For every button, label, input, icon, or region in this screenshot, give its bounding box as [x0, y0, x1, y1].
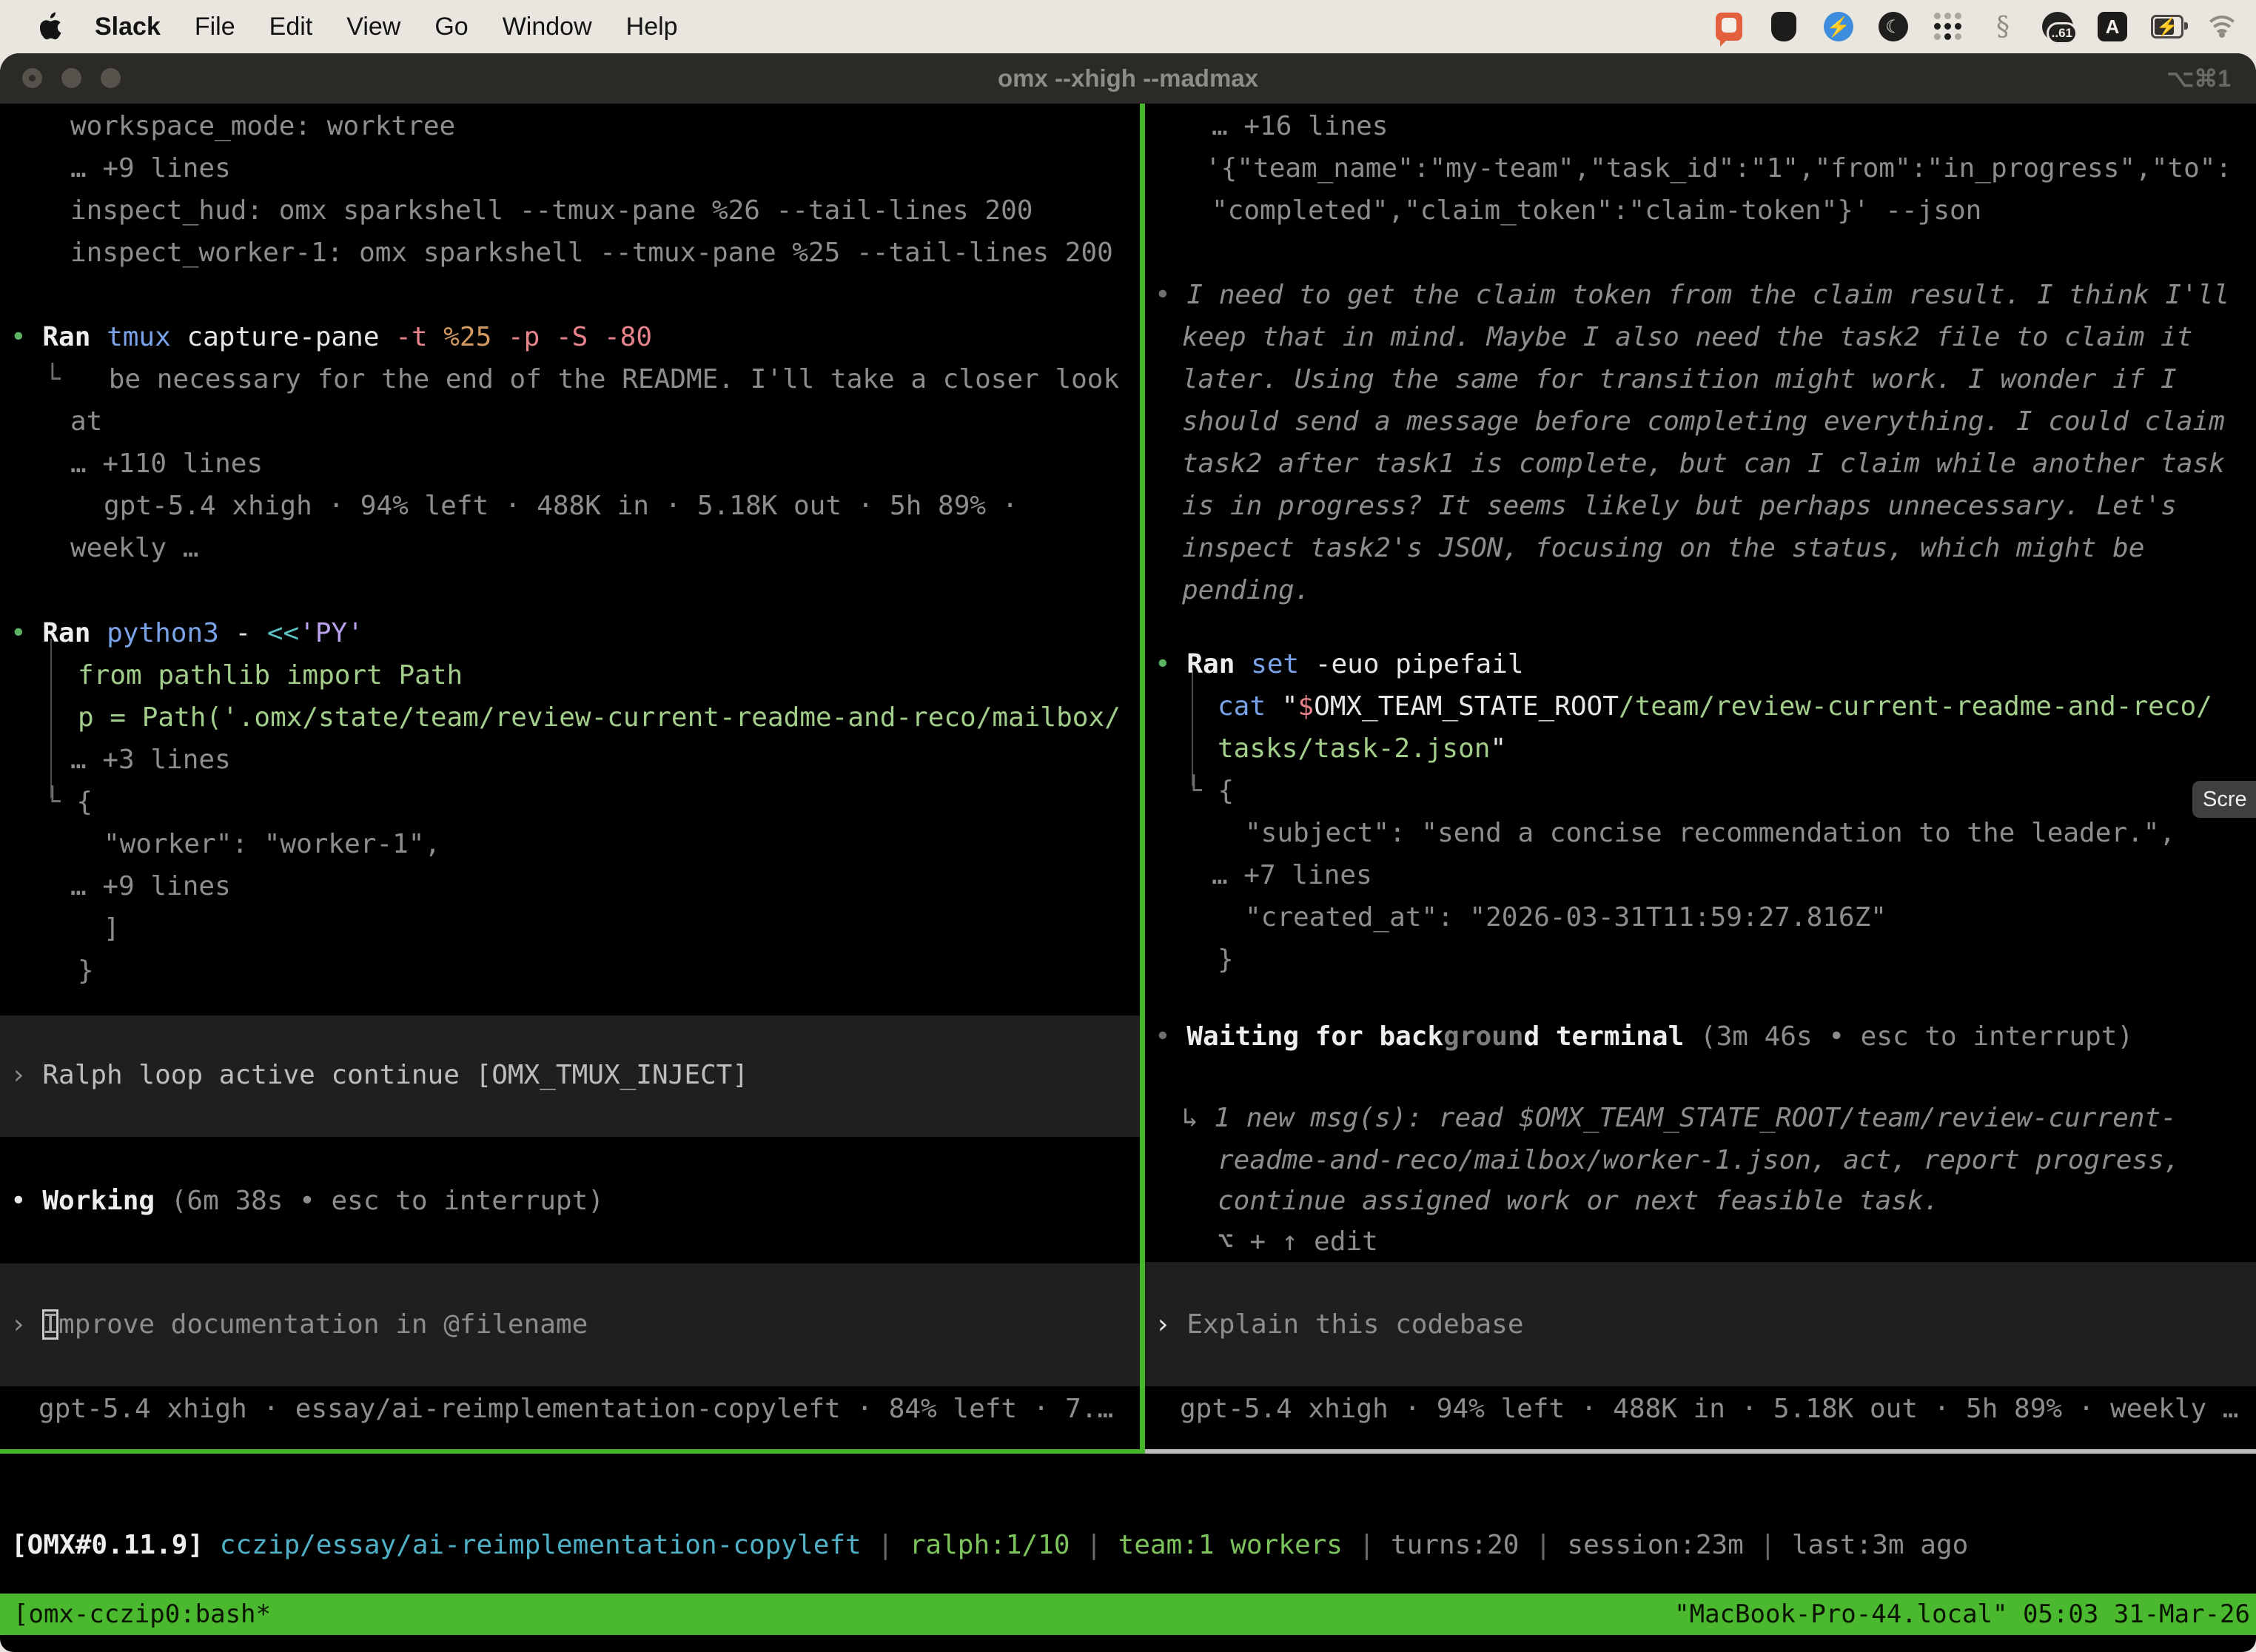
terminal-line: inspect task2's JSON, focusing on the st… — [1182, 527, 2144, 569]
terminal-line: "worker": "worker-1", — [104, 823, 440, 865]
terminal-line: "subject": "send a concise recommendatio… — [1245, 812, 2175, 854]
screen-share-tooltip: Scre — [2192, 781, 2256, 818]
terminal-line: • Waiting for background terminal (3m 46… — [1155, 1015, 2133, 1058]
terminal-line: … +16 lines — [1212, 105, 1388, 147]
terminal-line: … +7 lines — [1212, 854, 1372, 896]
terminal-line: ↳ 1 new msg(s): read $OMX_TEAM_STATE_ROO… — [1182, 1097, 2177, 1139]
letter-a-icon: A — [2098, 12, 2127, 41]
terminal-line: inspect_worker-1: omx sparkshell --tmux-… — [70, 232, 1113, 274]
terminal-line: ] — [104, 907, 120, 950]
terminal-line: └ { — [1186, 770, 1234, 812]
terminal-line: later. Using the same for transition mig… — [1182, 358, 2177, 400]
terminal-window: omx --xhigh --madmax ⌥⌘1 workspace_mode:… — [0, 53, 2256, 1652]
squiggle-menu-icon[interactable]: § — [1987, 10, 2019, 43]
terminal-line: "created_at": "2026-03-31T11:59:27.816Z" — [1245, 896, 1887, 939]
terminal-line: cat "$OMX_TEAM_STATE_ROOT/team/review-cu… — [1218, 685, 2212, 728]
terminal-line: weekly … — [70, 527, 198, 569]
grid-dots-icon — [1934, 13, 1962, 41]
menu-app-name[interactable]: Slack — [95, 13, 161, 41]
terminal-line: workspace_mode: worktree — [70, 105, 455, 147]
terminal-line: keep that in mind. Maybe I also need the… — [1182, 316, 2192, 358]
terminal-line: › Improve documentation in @filename — [10, 1303, 588, 1346]
apple-menu-icon[interactable] — [37, 12, 62, 41]
terminal-line: readme-and-reco/mailbox/worker-1.json, a… — [1218, 1139, 2180, 1181]
menu-items: File Edit View Go Window Help — [195, 13, 712, 41]
shield-icon[interactable] — [1767, 10, 1800, 43]
moon-menu-icon[interactable]: ☾ — [1877, 10, 1910, 43]
battery-level-icon: ⚡ — [2151, 15, 2183, 38]
network-speed-icon[interactable]: ⚡ — [1822, 10, 1855, 43]
right-terminal-pane[interactable]: … +16 lines'{"team_name":"my-team","task… — [1145, 104, 2256, 1449]
dots-grid-icon[interactable] — [1932, 10, 1964, 43]
window-title-bar: omx --xhigh --madmax ⌥⌘1 — [0, 53, 2256, 104]
terminal-line: › Explain this codebase — [1155, 1303, 1524, 1346]
terminal-line: [OMX#0.11.9] cczip/essay/ai-reimplementa… — [11, 1524, 1968, 1566]
bolt-icon: ⚡ — [1824, 12, 1853, 41]
terminal-line: • Ran tmux capture-pane -t %25 -p -S -80 — [10, 316, 652, 358]
input-source-icon[interactable]: A — [2096, 10, 2129, 43]
connector-line — [50, 639, 52, 798]
window-shortcut-hint: ⌥⌘1 — [2166, 53, 2231, 104]
pane-divider-vertical — [1140, 104, 1145, 1449]
terminal-line: • Ran set -euo pipefail — [1155, 643, 1524, 685]
terminal-line: … +9 lines — [70, 147, 231, 189]
terminal-line: gpt-5.4 xhigh · 94% left · 488K in · 5.1… — [104, 485, 1018, 527]
terminal-line: ⌥ + ↑ edit — [1218, 1220, 1378, 1263]
terminal-line: • Working (6m 38s • esc to interrupt) — [10, 1180, 604, 1222]
badged-app-icon[interactable]: ..61 — [2041, 10, 2074, 43]
terminal-line: … +9 lines — [70, 865, 231, 907]
window-title: omx --xhigh --madmax — [0, 53, 2256, 104]
tmux-host-clock: "MacBook-Pro-44.local" 05:03 31-Mar-26 — [1674, 1594, 2250, 1635]
menu-bar: Slack File Edit View Go Window Help ⚡ ☾ § ..6… — [0, 0, 2256, 53]
chat-app-icon[interactable] — [1713, 10, 1745, 43]
left-terminal-pane[interactable]: workspace_mode: worktree… +9 linesinspec… — [0, 104, 1140, 1449]
terminal-line: … +3 lines — [70, 739, 231, 781]
menu-item-go[interactable]: Go — [434, 13, 468, 41]
terminal-line: at — [70, 400, 102, 443]
terminal-line: "completed","claim_token":"claim-token"}… — [1212, 189, 1981, 232]
terminal-line: … +110 lines — [70, 443, 263, 485]
status-icons: ⚡ ☾ § ..61 A ⚡ — [1713, 10, 2238, 43]
terminal-line: pending. — [1182, 569, 1310, 611]
terminal-line: gpt-5.4 xhigh · essay/ai-reimplementatio… — [38, 1388, 1113, 1430]
terminal-line: '{"team_name":"my-team","task_id":"1","f… — [1205, 147, 2232, 189]
circle-badge-icon: ..61 — [2042, 12, 2073, 41]
terminal-line: inspect_hud: omx sparkshell --tmux-pane … — [70, 189, 1033, 232]
terminal-line: task2 after task1 is complete, but can I… — [1182, 443, 2225, 485]
badge-count: ..61 — [2047, 22, 2078, 44]
terminal-line: from pathlib import Path — [78, 654, 463, 696]
terminal-line: should send a message before completing … — [1182, 400, 2225, 443]
menu-item-window[interactable]: Window — [503, 13, 592, 41]
terminal-line: • I need to get the claim token from the… — [1155, 274, 2229, 316]
terminal-line: • Ran python3 - <<'PY' — [10, 612, 363, 654]
terminal-line: └ { — [44, 781, 93, 823]
chat-bubble-icon — [1716, 13, 1742, 41]
menu-item-file[interactable]: File — [195, 13, 235, 41]
menu-item-view[interactable]: View — [346, 13, 400, 41]
terminal-line: p = Path('.omx/state/team/review-current… — [78, 696, 1121, 739]
terminal-line: tasks/task-2.json" — [1218, 728, 1506, 770]
connector-line — [1192, 670, 1193, 786]
terminal-line: is in progress? It seems likely but perh… — [1182, 485, 2177, 527]
menu-item-edit[interactable]: Edit — [269, 13, 313, 41]
terminal-line: └ be necessary for the end of the README… — [44, 358, 1119, 400]
terminal-line: } — [78, 950, 94, 992]
terminal-line: } — [1218, 939, 1234, 981]
menu-item-help[interactable]: Help — [626, 13, 678, 41]
terminal-line: gpt-5.4 xhigh · 94% left · 488K in · 5.1… — [1180, 1388, 2238, 1430]
tmux-status-bar: [omx-cczip0:bash* "MacBook-Pro-44.local"… — [0, 1594, 2256, 1635]
shield-grid-icon — [1771, 12, 1796, 41]
wifi-icon[interactable] — [2206, 10, 2238, 43]
terminal-line: › Ralph loop active continue [OMX_TMUX_I… — [10, 1054, 748, 1096]
battery-icon[interactable]: ⚡ — [2151, 10, 2183, 43]
wifi-arcs-icon — [2206, 14, 2238, 39]
crescent-icon: ☾ — [1879, 12, 1908, 41]
tmux-session-label: [omx-cczip0:bash* — [13, 1594, 271, 1635]
section-squiggle-icon: § — [1996, 12, 2010, 42]
terminal-line: continue assigned work or next feasible … — [1218, 1180, 1939, 1222]
